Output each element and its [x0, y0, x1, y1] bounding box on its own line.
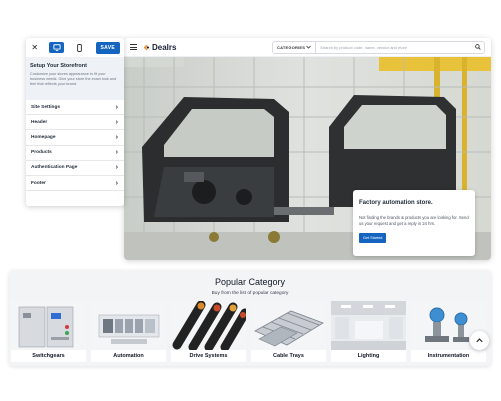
chevron-right-icon: › [115, 149, 118, 157]
chevron-down-icon [306, 45, 311, 49]
category-label: Automation [113, 353, 144, 359]
chevron-right-icon: › [115, 133, 118, 141]
section-products[interactable]: Products › [26, 146, 124, 161]
storefront-editor-panel: ✕ SAVE Setup Your Storefront Customize y… [26, 38, 124, 206]
drive-systems-image [171, 301, 246, 350]
close-icon[interactable]: ✕ [30, 43, 39, 52]
hero-card: Factory automation store. Not finding th… [353, 190, 475, 256]
section-label: Footer [31, 180, 46, 186]
category-card-automation[interactable]: Automation [91, 301, 166, 362]
search-icon[interactable] [472, 44, 484, 50]
section-header[interactable]: Header › [26, 115, 124, 131]
mobile-view-button[interactable] [74, 42, 85, 53]
editor-toolbar: ✕ SAVE [26, 38, 124, 58]
menu-icon[interactable] [130, 44, 137, 50]
scroll-to-top-button[interactable] [470, 331, 489, 350]
category-label: Switchgears [32, 353, 65, 359]
category-label: Instrumentation [427, 353, 470, 359]
editor-description: Customize your stores appearance to fit … [30, 72, 117, 86]
search-input[interactable]: Search by product code, name, vendor and… [316, 45, 472, 50]
desktop-view-button[interactable] [49, 42, 65, 53]
category-card-switchgears[interactable]: Switchgears [11, 301, 86, 362]
section-label: Products [31, 150, 52, 156]
search-bar: CATEGORIES Search by product code, name,… [272, 40, 485, 54]
section-label: Header [31, 119, 48, 125]
section-label: Authentication Page [31, 165, 78, 171]
chevron-right-icon: › [115, 103, 118, 111]
category-card-drive-systems[interactable]: Drive Systems [171, 301, 246, 362]
save-button[interactable]: SAVE [95, 41, 120, 54]
get-started-button[interactable]: Get Started [359, 233, 387, 244]
store-header: Dealrs CATEGORIES Search by product code… [124, 38, 491, 57]
section-footer[interactable]: Footer › [26, 176, 124, 192]
automation-image [91, 301, 166, 350]
category-label: Cable Trays [273, 353, 304, 359]
chevron-right-icon: › [115, 118, 118, 126]
popular-subtitle: Buy from the list of popular category [211, 291, 289, 296]
category-select[interactable]: CATEGORIES [273, 41, 317, 53]
section-homepage[interactable]: Homepage › [26, 130, 124, 146]
category-card-lighting[interactable]: Lighting [331, 301, 406, 362]
dealrs-logo-icon [143, 44, 150, 50]
category-card-cable-trays[interactable]: Cable Trays [251, 301, 326, 362]
editor-intro: Setup Your Storefront Customize your sto… [26, 58, 124, 100]
editor-title: Setup Your Storefront [30, 63, 87, 69]
popular-category-section: Popular Category Buy from the list of po… [9, 270, 491, 366]
editor-sections: Site Settings › Header › Homepage › Product… [26, 100, 124, 192]
hero-text: Not finding the brands & products you ar… [359, 215, 469, 226]
category-select-label: CATEGORIES [277, 44, 306, 50]
mobile-icon [77, 43, 83, 52]
category-list: Switchgears Automation Drive Systems Cab… [11, 301, 486, 362]
chevron-right-icon: › [115, 164, 118, 172]
hero-banner: Factory automation store. Not finding th… [124, 57, 491, 260]
hero-title: Factory automation store. [359, 200, 433, 206]
chevron-right-icon: › [115, 179, 118, 187]
store-logo[interactable]: Dealrs [143, 43, 176, 52]
section-label: Homepage [31, 134, 56, 140]
switchgears-image [11, 301, 86, 350]
category-label: Drive Systems [189, 353, 228, 359]
cable-trays-image [251, 301, 326, 350]
popular-title: Popular Category [214, 277, 286, 287]
lighting-image [331, 301, 406, 350]
section-site-settings[interactable]: Site Settings › [26, 100, 124, 116]
desktop-icon [53, 44, 61, 51]
section-label: Site Settings [31, 104, 61, 110]
storefront-preview: Dealrs CATEGORIES Search by product code… [124, 38, 491, 260]
section-authentication-page[interactable]: Authentication Page › [26, 161, 124, 176]
chevron-up-icon [476, 338, 483, 343]
logo-text: Dealrs [152, 42, 177, 52]
category-label: Lighting [357, 353, 380, 359]
